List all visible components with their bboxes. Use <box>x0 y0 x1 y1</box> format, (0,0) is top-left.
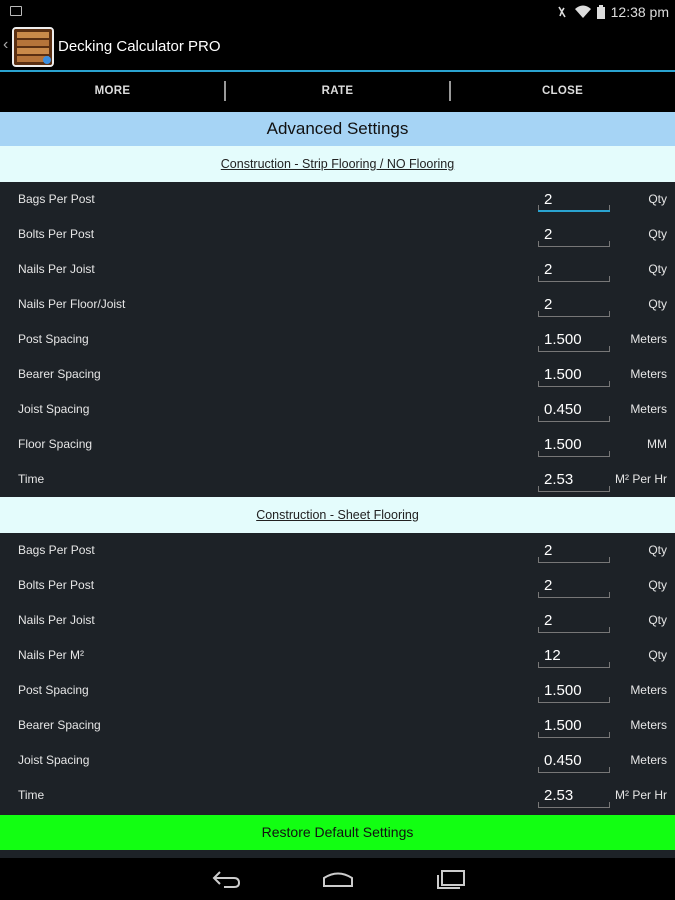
setting-label: Nails Per M² <box>18 648 85 662</box>
setting-unit: MM <box>647 437 667 451</box>
setting-value-input[interactable]: 2 <box>538 256 610 282</box>
setting-row: Nails Per Joist 2 Qty <box>0 252 675 287</box>
status-bar: 12:38 pm <box>0 0 675 24</box>
setting-label: Joist Spacing <box>18 402 90 416</box>
setting-label: Nails Per Joist <box>18 262 95 276</box>
setting-value-input[interactable]: 2 <box>538 607 610 633</box>
setting-value-input[interactable]: 0.450 <box>538 747 610 773</box>
setting-label: Bolts Per Post <box>18 227 95 241</box>
setting-value-input[interactable]: 2 <box>538 186 610 212</box>
setting-label: Joist Spacing <box>18 753 90 767</box>
app-title: Decking Calculator PRO <box>58 38 221 55</box>
setting-row: Bags Per Post 2 Qty <box>0 182 675 217</box>
setting-value-input[interactable]: 1.500 <box>538 677 610 703</box>
settings-list-strip: Bags Per Post 2 Qty Bolts Per Post 2 Qty Nails… <box>0 182 675 497</box>
setting-label: Bolts Per Post <box>18 578 95 592</box>
setting-row: Post Spacing 1.500 Meters <box>0 322 675 357</box>
setting-row: Bolts Per Post 2 Qty <box>0 568 675 603</box>
setting-label: Post Spacing <box>18 683 89 697</box>
setting-row: Bolts Per Post 2 Qty <box>0 217 675 252</box>
battery-icon <box>596 5 605 19</box>
setting-row: Floor Spacing 1.500 MM <box>0 427 675 462</box>
mute-icon <box>555 5 569 19</box>
section-header-sheet: Construction - Sheet Flooring <box>0 497 675 533</box>
advanced-settings-title: Advanced Settings <box>0 112 675 146</box>
status-time: 12:38 pm <box>610 4 669 20</box>
setting-label: Bags Per Post <box>18 543 95 557</box>
setting-unit: Qty <box>648 192 667 206</box>
setting-unit: Qty <box>648 227 667 241</box>
setting-unit: Qty <box>648 262 667 276</box>
setting-label: Time <box>18 788 45 802</box>
setting-value-input[interactable]: 1.500 <box>538 431 610 457</box>
setting-unit: Meters <box>630 332 667 346</box>
home-icon[interactable] <box>318 866 358 892</box>
setting-unit: Qty <box>648 578 667 592</box>
bottom-spacer <box>0 850 675 858</box>
setting-value-input[interactable]: 2 <box>538 291 610 317</box>
setting-unit: Qty <box>648 297 667 311</box>
setting-unit: Qty <box>648 613 667 627</box>
section-title: Construction - Sheet Flooring <box>256 508 419 522</box>
section-header-strip: Construction - Strip Flooring / NO Floor… <box>0 146 675 182</box>
setting-unit: Meters <box>630 683 667 697</box>
wifi-icon <box>574 5 591 19</box>
setting-label: Bearer Spacing <box>18 718 101 732</box>
recent-apps-icon[interactable] <box>430 866 470 892</box>
setting-row: Time 2.53 M² Per Hr <box>0 778 675 813</box>
setting-value-input[interactable]: 2 <box>538 221 610 247</box>
setting-row: Bags Per Post 2 Qty <box>0 533 675 568</box>
menu-rate[interactable]: RATE <box>225 72 450 110</box>
section-title: Construction - Strip Flooring / NO Floor… <box>220 157 455 171</box>
setting-value-input[interactable]: 1.500 <box>538 712 610 738</box>
setting-label: Floor Spacing <box>18 437 93 451</box>
setting-value-input[interactable]: 1.500 <box>538 326 610 352</box>
setting-unit: Meters <box>630 718 667 732</box>
notification-icon <box>10 6 22 16</box>
setting-row: Nails Per Joist 2 Qty <box>0 603 675 638</box>
setting-value-input[interactable]: 2 <box>538 572 610 598</box>
setting-value-input[interactable]: 2.53 <box>538 466 610 492</box>
up-chevron-icon[interactable]: ‹ <box>3 37 8 53</box>
setting-label: Nails Per Joist <box>18 613 95 627</box>
settings-list-sheet: Bags Per Post 2 Qty Bolts Per Post 2 Qty Nails… <box>0 533 675 815</box>
menu-divider <box>449 81 451 101</box>
setting-row: Nails Per M² 12 Qty <box>0 638 675 673</box>
setting-row: Nails Per Floor/Joist 2 Qty <box>0 287 675 322</box>
menu-more[interactable]: MORE <box>0 72 225 110</box>
setting-row: Time 2.53 M² Per Hr <box>0 462 675 497</box>
setting-unit: Qty <box>648 648 667 662</box>
setting-value-input[interactable]: 1.500 <box>538 361 610 387</box>
restore-default-button[interactable]: Restore Default Settings <box>0 815 675 850</box>
navigation-bar <box>0 858 675 900</box>
app-icon[interactable] <box>12 27 54 67</box>
setting-row: Bearer Spacing 1.500 Meters <box>0 357 675 392</box>
setting-label: Bags Per Post <box>18 192 95 206</box>
setting-row: Joist Spacing 0.450 Meters <box>0 743 675 778</box>
menu-bar: MORE RATE CLOSE <box>0 72 675 110</box>
setting-label: Bearer Spacing <box>18 367 101 381</box>
setting-value-input[interactable]: 2.53 <box>538 782 610 808</box>
setting-unit: Meters <box>630 402 667 416</box>
setting-row: Post Spacing 1.500 Meters <box>0 673 675 708</box>
setting-value-input[interactable]: 2 <box>538 537 610 563</box>
setting-value-input[interactable]: 0.450 <box>538 396 610 422</box>
action-bar: ‹ Decking Calculator PRO <box>0 24 675 70</box>
back-icon[interactable] <box>206 866 246 892</box>
menu-divider <box>224 81 226 101</box>
setting-unit: M² Per Hr <box>615 472 667 486</box>
setting-value-input[interactable]: 12 <box>538 642 610 668</box>
setting-label: Time <box>18 472 45 486</box>
setting-unit: M² Per Hr <box>615 788 667 802</box>
status-icons: 12:38 pm <box>555 0 669 24</box>
setting-label: Post Spacing <box>18 332 89 346</box>
setting-unit: Qty <box>648 543 667 557</box>
setting-row: Joist Spacing 0.450 Meters <box>0 392 675 427</box>
setting-unit: Meters <box>630 753 667 767</box>
setting-unit: Meters <box>630 367 667 381</box>
setting-row: Bearer Spacing 1.500 Meters <box>0 708 675 743</box>
setting-label: Nails Per Floor/Joist <box>18 297 126 311</box>
menu-close[interactable]: CLOSE <box>450 72 675 110</box>
